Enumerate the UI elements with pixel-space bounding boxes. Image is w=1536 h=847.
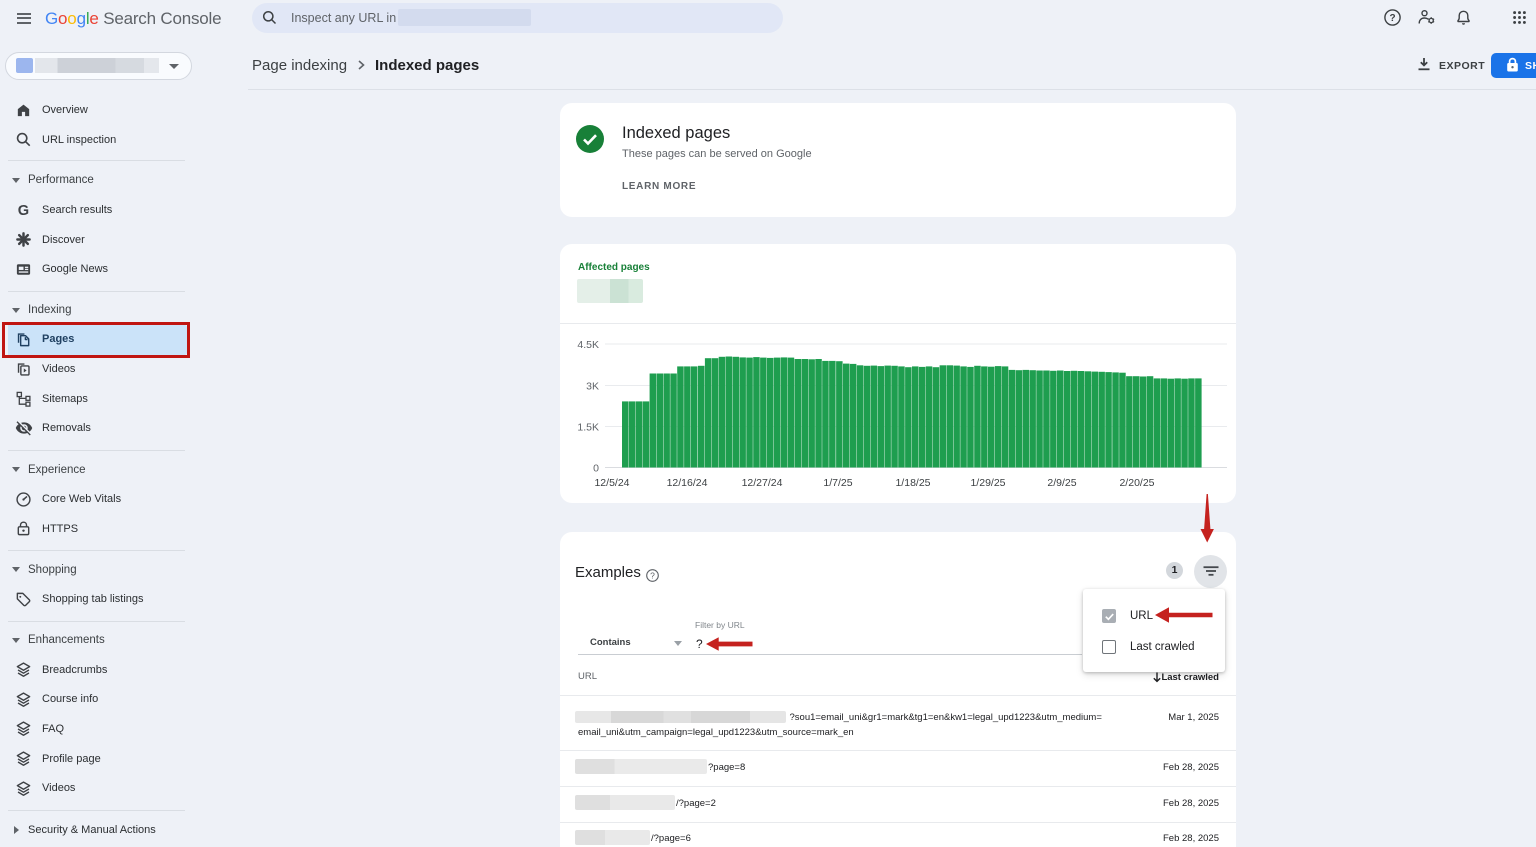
svg-text:12/27/24: 12/27/24 (742, 477, 783, 489)
svg-text:?: ? (1389, 13, 1395, 24)
svg-text:2/20/25: 2/20/25 (1119, 477, 1154, 489)
svg-text:0: 0 (593, 463, 599, 475)
svg-text:12/5/24: 12/5/24 (594, 477, 629, 489)
svg-text:1.5K: 1.5K (577, 422, 599, 434)
svg-text:4.5K: 4.5K (577, 339, 599, 351)
svg-text:12/16/24: 12/16/24 (667, 477, 708, 489)
svg-text:1/7/25: 1/7/25 (823, 477, 852, 489)
svg-text:3K: 3K (586, 381, 599, 393)
svg-text:1/18/25: 1/18/25 (895, 477, 930, 489)
svg-text:G: G (18, 203, 29, 219)
svg-text:1/29/25: 1/29/25 (970, 477, 1005, 489)
svg-text:?: ? (650, 571, 655, 581)
svg-text:2/9/25: 2/9/25 (1047, 477, 1076, 489)
